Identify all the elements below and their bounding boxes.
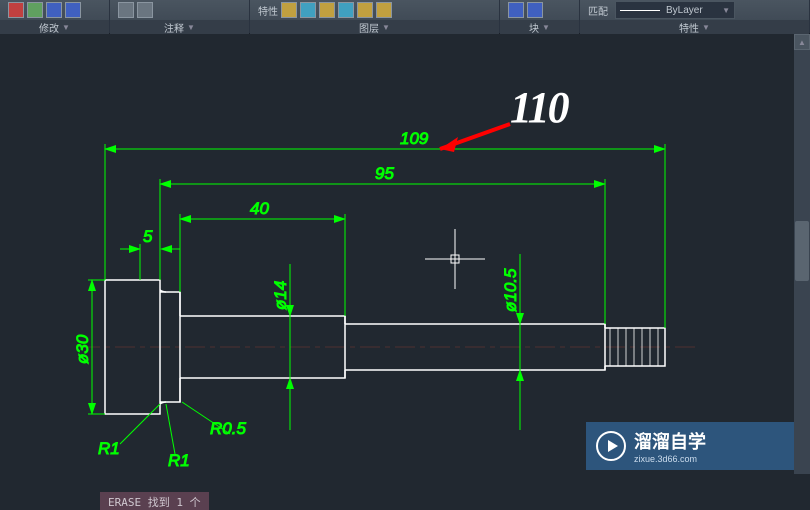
dim-109: 109 bbox=[400, 129, 429, 148]
chevron-down-icon[interactable]: ▼ bbox=[62, 23, 70, 32]
play-icon bbox=[596, 431, 626, 461]
dim-5: 5 bbox=[143, 227, 153, 246]
logo-main: 溜溜自学 bbox=[634, 428, 706, 454]
chevron-down-icon[interactable]: ▼ bbox=[702, 23, 710, 32]
bylayer-select[interactable]: ByLayer ▼ bbox=[615, 1, 735, 19]
chevron-down-icon[interactable]: ▼ bbox=[382, 23, 390, 32]
layer-icon[interactable] bbox=[300, 2, 316, 18]
dim-r1-left: R1 bbox=[98, 439, 120, 458]
block-icon[interactable] bbox=[527, 2, 543, 18]
ribbon-block[interactable]: 块▼ bbox=[500, 0, 580, 33]
ribbon-label: 块 bbox=[529, 20, 539, 35]
drawing-canvas[interactable]: 109 95 40 5 ø30 ø14 ø10.5 R1 bbox=[0, 34, 810, 510]
match-label: 匹配 bbox=[588, 3, 608, 18]
layer-icon[interactable] bbox=[357, 2, 373, 18]
layer-icon[interactable] bbox=[338, 2, 354, 18]
scroll-up-button[interactable]: ▲ bbox=[794, 34, 810, 50]
chevron-down-icon[interactable]: ▼ bbox=[722, 6, 730, 15]
dim-phi14: ø14 bbox=[271, 281, 290, 310]
annotate-icon[interactable] bbox=[137, 2, 153, 18]
dim-phi30: ø30 bbox=[73, 334, 92, 364]
ribbon-modify[interactable]: 修改▼ bbox=[0, 0, 110, 33]
layer-icon[interactable] bbox=[281, 2, 297, 18]
ribbon-label: 图层 bbox=[359, 20, 379, 35]
modify-icon[interactable] bbox=[65, 2, 81, 18]
ribbon-annotate[interactable]: 注释▼ bbox=[110, 0, 250, 33]
scrollbar-thumb[interactable] bbox=[795, 221, 809, 281]
dim-phi10-5: ø10.5 bbox=[501, 268, 520, 312]
layer-icon[interactable] bbox=[376, 2, 392, 18]
properties-label: 特性 bbox=[258, 3, 278, 18]
vertical-scrollbar[interactable]: ▲ bbox=[794, 34, 810, 474]
logo-sub: zixue.3d66.com bbox=[634, 454, 706, 464]
dim-r0-5: R0.5 bbox=[210, 419, 246, 438]
watermark-logo: 溜溜自学 zixue.3d66.com bbox=[586, 422, 794, 470]
cursor-crosshair bbox=[425, 229, 485, 289]
dimensions: 109 95 40 5 ø30 ø14 ø10.5 R1 bbox=[73, 129, 665, 470]
ribbon-label: 注释 bbox=[164, 20, 184, 35]
modify-icon[interactable] bbox=[27, 2, 43, 18]
ribbon-label: 特性 bbox=[679, 20, 699, 35]
ribbon-toolbar: 修改▼ 注释▼ 特性 图层▼ 块▼ 匹配 bbox=[0, 0, 810, 34]
block-icon[interactable] bbox=[508, 2, 524, 18]
user-annotation: 110 bbox=[510, 82, 568, 133]
dim-95: 95 bbox=[375, 164, 394, 183]
command-line[interactable]: ERASE 找到 1 个 bbox=[100, 492, 209, 510]
dim-40: 40 bbox=[250, 199, 269, 218]
chevron-down-icon[interactable]: ▼ bbox=[187, 23, 195, 32]
modify-icon[interactable] bbox=[46, 2, 62, 18]
ribbon-label: 修改 bbox=[39, 20, 59, 35]
annotate-icon[interactable] bbox=[118, 2, 134, 18]
dim-r1-bottom: R1 bbox=[168, 451, 190, 470]
ribbon-properties[interactable]: 匹配 ByLayer ▼ 特性▼ bbox=[580, 0, 810, 33]
annotation-arrow bbox=[440, 124, 510, 152]
modify-icon[interactable] bbox=[8, 2, 24, 18]
chevron-down-icon[interactable]: ▼ bbox=[542, 23, 550, 32]
ribbon-layers[interactable]: 特性 图层▼ bbox=[250, 0, 500, 33]
layer-icon[interactable] bbox=[319, 2, 335, 18]
